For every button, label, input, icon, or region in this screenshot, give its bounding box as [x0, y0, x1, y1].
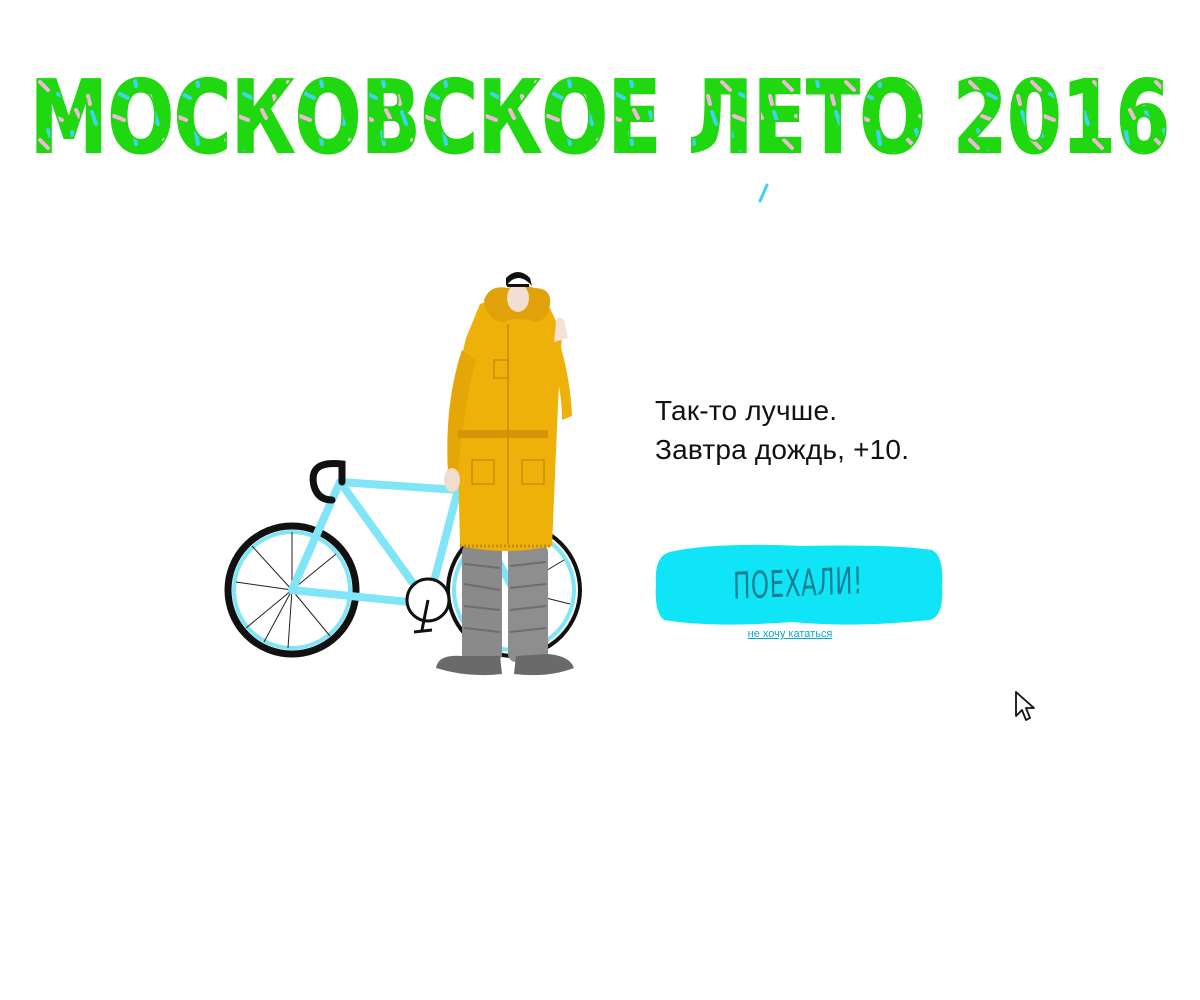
- weather-message: Так-то лучше. Завтра дождь, +10.: [655, 391, 1015, 469]
- skip-ride-link[interactable]: не хочу кататься: [700, 628, 880, 640]
- cyclist-illustration: [218, 264, 590, 684]
- person-coat: [447, 285, 572, 551]
- go-button[interactable]: ПОЕХАЛИ!: [652, 542, 944, 626]
- message-line-2: Завтра дождь, +10.: [655, 434, 910, 465]
- page-title: МОСКОВСКОЕ ЛЕТО 2016: [22, 48, 1178, 172]
- mouse-pointer-icon: [1014, 690, 1038, 724]
- message-line-1: Так-то лучше.: [655, 395, 838, 426]
- page-title-text: МОСКОВСКОЕ ЛЕТО 2016: [30, 59, 1170, 172]
- decorative-dash: [756, 182, 770, 204]
- go-button-label: ПОЕХАЛИ!: [732, 559, 864, 608]
